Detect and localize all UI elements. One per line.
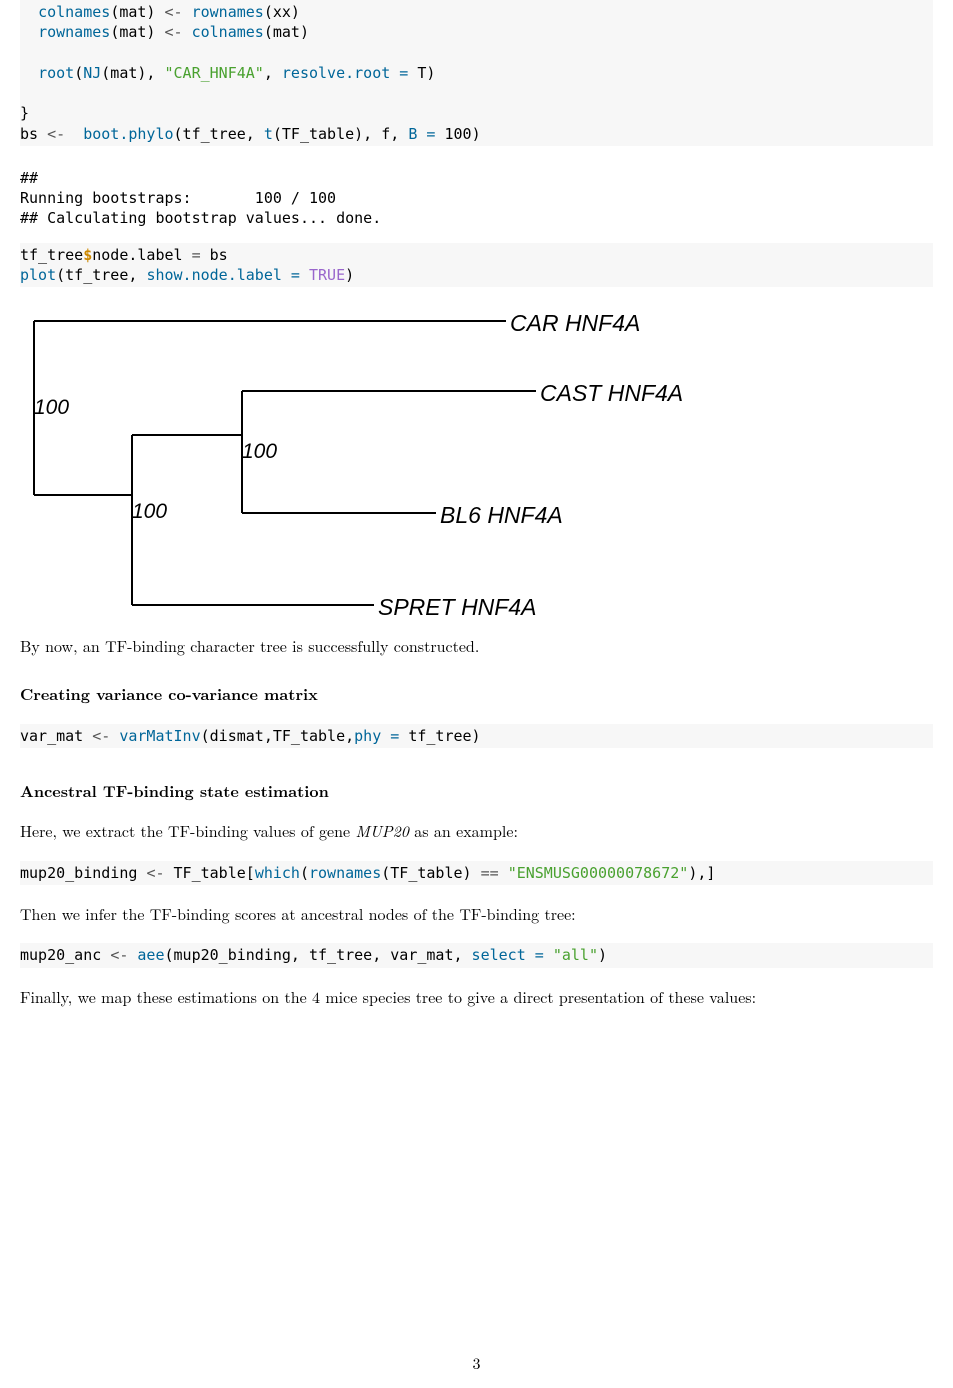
tree-lines	[20, 295, 660, 625]
page: colnames(mat) <- rownames(xx) rownames(m…	[0, 0, 953, 1388]
heading-anc: Ancestral TF-binding state estimation	[20, 780, 933, 802]
page-number: 3	[0, 1352, 953, 1374]
node-label-root: 100	[34, 393, 69, 422]
spacer	[20, 146, 933, 168]
text: as an example:	[409, 819, 518, 842]
code-block-plot-tree: tf_tree$node.label = bs plot(tf_tree, sh…	[20, 243, 933, 288]
code-block-mup20-anc: mup20_anc <- aee(mup20_binding, tf_tree,…	[20, 943, 933, 967]
code-block-bootstrap: colnames(mat) <- rownames(xx) rownames(m…	[20, 0, 933, 146]
code-block-mup20-binding: mup20_binding <- TF_table[which(rownames…	[20, 861, 933, 885]
phylo-tree-figure: CAR HNF4A CAST HNF4A BL6 HNF4A SPRET HNF…	[20, 295, 660, 625]
prose-after-tree: By now, an TF-binding character tree is …	[20, 635, 933, 657]
node-label-n1: 100	[132, 497, 167, 526]
gene-name: MUP20	[355, 819, 408, 842]
tip-label-cast: CAST HNF4A	[540, 377, 683, 409]
prose-anc-intro: Here, we extract the TF-binding values o…	[20, 820, 933, 842]
tip-label-bl6: BL6 HNF4A	[440, 499, 563, 531]
heading-varcov: Creating variance co-variance matrix	[20, 683, 933, 705]
spacer	[20, 229, 933, 243]
text: Here, we extract the TF-binding values o…	[20, 819, 355, 842]
tip-label-car: CAR HNF4A	[510, 307, 640, 339]
prose-infer: Then we infer the TF-binding scores at a…	[20, 903, 933, 925]
code-block-varmat: var_mat <- varMatInv(dismat,TF_table,phy…	[20, 724, 933, 748]
output-block-bootstrap: ## Running bootstraps: 100 / 100 ## Calc…	[20, 168, 933, 229]
tip-label-spret: SPRET HNF4A	[378, 591, 536, 623]
node-label-n2: 100	[242, 437, 277, 466]
prose-final: Finally, we map these estimations on the…	[20, 986, 933, 1008]
